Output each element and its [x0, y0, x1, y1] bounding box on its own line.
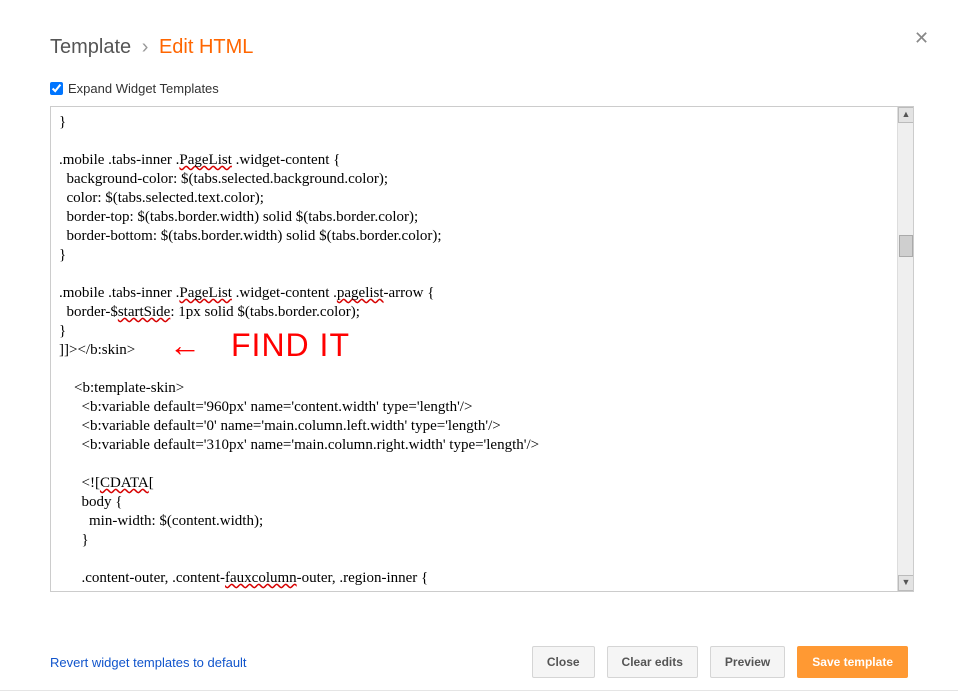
annotation-arrow-icon: ←: [169, 327, 201, 364]
footer-bar: Revert widget templates to default Close…: [0, 646, 958, 678]
scroll-down-icon[interactable]: ▼: [898, 575, 914, 591]
revert-link[interactable]: Revert widget templates to default: [50, 655, 247, 670]
breadcrumb-current: Edit HTML: [159, 36, 253, 58]
edit-html-modal: ✕ Template › Edit HTML Expand Widget Tem…: [0, 0, 958, 691]
preview-button[interactable]: Preview: [710, 646, 785, 678]
close-button[interactable]: Close: [532, 646, 595, 678]
annotation-text: FIND IT: [231, 327, 350, 364]
html-editor[interactable]: } .mobile .tabs-inner .PageList .widget-…: [50, 106, 914, 592]
expand-widget-checkbox[interactable]: [50, 82, 63, 95]
close-icon[interactable]: ✕: [914, 30, 930, 46]
scroll-up-icon[interactable]: ▲: [898, 107, 914, 123]
clear-edits-button[interactable]: Clear edits: [607, 646, 698, 678]
breadcrumb: Template › Edit HTML: [0, 0, 958, 63]
scroll-thumb[interactable]: [899, 235, 913, 257]
expand-widget-row: Expand Widget Templates: [0, 63, 958, 102]
button-row: Close Clear edits Preview Save template: [532, 646, 908, 678]
save-template-button[interactable]: Save template: [797, 646, 908, 678]
expand-widget-label[interactable]: Expand Widget Templates: [68, 81, 219, 96]
breadcrumb-template: Template: [50, 36, 131, 58]
scrollbar[interactable]: ▲ ▼: [897, 107, 913, 591]
breadcrumb-separator: ›: [142, 36, 149, 58]
